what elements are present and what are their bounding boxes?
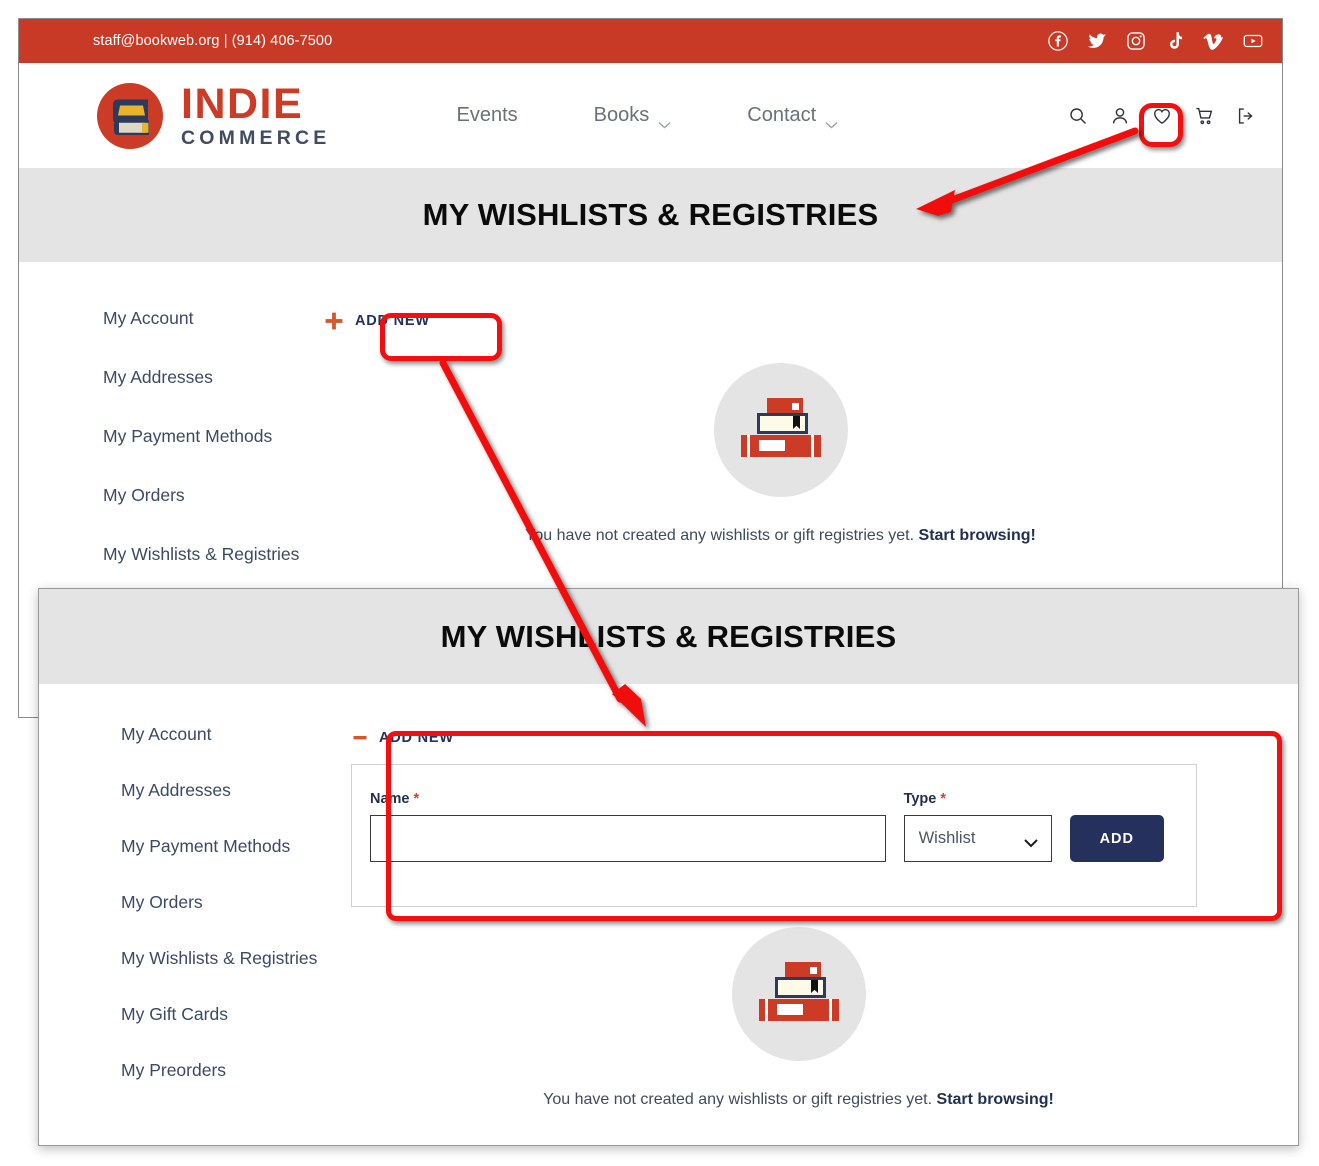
nav-item-events[interactable]: Events	[419, 104, 556, 127]
account-sidebar-upper: My Account My Addresses My Payment Metho…	[19, 308, 319, 603]
chevron-down-icon	[1023, 834, 1039, 847]
empty-state-illustration	[731, 927, 866, 1061]
sidebar-item-my-orders[interactable]: My Orders	[103, 485, 319, 506]
sidebar-item-my-wishlists-registries[interactable]: My Wishlists & Registries	[121, 948, 339, 969]
nav-label: Books	[593, 104, 650, 126]
wishlists-main-lower: ADD NEW Name * Type * Wishlist ADD You h…	[339, 724, 1298, 1116]
logout-icon[interactable]	[1236, 106, 1256, 126]
add-new-label: ADD NEW	[379, 730, 454, 746]
plus-icon	[325, 312, 343, 330]
name-input[interactable]	[370, 815, 886, 862]
logo-wordmark-bottom: COMMERCE	[181, 126, 331, 149]
nav-label: Events	[456, 104, 518, 126]
name-field-group: Name *	[370, 791, 886, 862]
sidebar-item-my-addresses[interactable]: My Addresses	[121, 780, 339, 801]
empty-state-message: You have not created any wishlists or gi…	[525, 527, 915, 544]
top-utility-bar: staff@bookweb.org | (914) 406-7500	[19, 19, 1282, 63]
empty-state-text: You have not created any wishlists or gi…	[339, 1091, 1258, 1109]
start-browsing-link[interactable]: Start browsing!	[937, 1091, 1054, 1108]
required-asterisk: *	[940, 791, 947, 807]
add-new-label: ADD NEW	[355, 313, 430, 329]
type-field-group: Type * Wishlist	[903, 791, 1052, 862]
logo-wordmark-top: INDIE	[181, 79, 304, 128]
sidebar-item-my-addresses[interactable]: My Addresses	[103, 367, 319, 388]
add-new-form: Name * Type * Wishlist ADD	[351, 764, 1197, 907]
type-select[interactable]: Wishlist	[903, 815, 1052, 862]
vimeo-icon[interactable]	[1203, 30, 1225, 52]
book-stack-icon	[758, 962, 839, 1021]
social-links	[1047, 30, 1264, 52]
add-new-toggle[interactable]: ADD NEW	[351, 726, 456, 750]
facebook-icon[interactable]	[1047, 30, 1069, 52]
type-selected-value: Wishlist	[918, 829, 976, 847]
main-navigation: Events Books Contact	[419, 104, 877, 128]
book-stack-icon	[740, 398, 821, 457]
empty-state-text: You have not created any wishlists or gi…	[319, 527, 1242, 545]
name-label: Name *	[370, 791, 886, 807]
wishlists-main-upper: ADD NEW You have not created any wishlis…	[319, 308, 1282, 603]
nav-item-contact[interactable]: Contact	[709, 104, 876, 128]
screenshot-stage: staff@bookweb.org | (914) 406-7500 INDIE…	[0, 0, 1319, 1166]
page-title-band: MY WISHLISTS & REGISTRIES	[19, 168, 1282, 262]
add-submit-button[interactable]: ADD	[1069, 815, 1164, 862]
empty-state-lower: You have not created any wishlists or gi…	[339, 927, 1258, 1109]
form-row: Name * Type * Wishlist ADD	[370, 791, 1164, 862]
contact-info: staff@bookweb.org | (914) 406-7500	[93, 33, 333, 49]
type-label: Type *	[904, 791, 1052, 807]
sidebar-item-my-payment-methods[interactable]: My Payment Methods	[121, 836, 339, 857]
browser-page-lower: MY WISHLISTS & REGISTRIES My Account My …	[38, 588, 1299, 1146]
heart-icon[interactable]	[1152, 106, 1172, 126]
page-title: MY WISHLISTS & REGISTRIES	[422, 197, 879, 232]
header-icon-group	[1068, 106, 1256, 126]
site-logo[interactable]: INDIE COMMERCE	[93, 79, 331, 153]
page-title-lower: MY WISHLISTS & REGISTRIES	[440, 618, 897, 654]
empty-state-upper: You have not created any wishlists or gi…	[319, 363, 1242, 545]
instagram-icon[interactable]	[1125, 30, 1147, 52]
nav-item-books[interactable]: Books	[556, 104, 710, 128]
name-label-text: Name	[370, 791, 410, 807]
twitter-icon[interactable]	[1086, 30, 1108, 52]
add-new-section: ADD NEW Name * Type * Wishlist ADD	[339, 724, 1258, 907]
account-content-upper: My Account My Addresses My Payment Metho…	[19, 262, 1282, 603]
youtube-icon[interactable]	[1242, 30, 1264, 52]
required-asterisk: *	[413, 791, 420, 807]
indie-commerce-logo-icon	[93, 79, 167, 153]
add-new-button[interactable]: ADD NEW	[323, 308, 432, 334]
page-title-band-lower: MY WISHLISTS & REGISTRIES	[39, 589, 1298, 684]
empty-state-message: You have not created any wishlists or gi…	[543, 1091, 933, 1108]
minus-icon	[353, 731, 367, 745]
cart-icon[interactable]	[1194, 106, 1214, 126]
sidebar-item-my-account[interactable]: My Account	[103, 308, 319, 329]
start-browsing-link[interactable]: Start browsing!	[919, 527, 1036, 544]
sidebar-item-my-preorders[interactable]: My Preorders	[121, 1060, 339, 1081]
search-icon[interactable]	[1068, 106, 1088, 126]
empty-state-illustration	[713, 363, 848, 497]
sidebar-item-my-account[interactable]: My Account	[121, 724, 339, 745]
sidebar-item-my-wishlists-registries[interactable]: My Wishlists & Registries	[103, 544, 319, 565]
sidebar-item-my-payment-methods[interactable]: My Payment Methods	[103, 426, 319, 447]
type-label-text: Type	[903, 791, 937, 807]
sidebar-item-my-orders[interactable]: My Orders	[121, 892, 339, 913]
chevron-down-icon	[658, 112, 671, 128]
chevron-down-icon	[825, 112, 838, 128]
sidebar-item-my-gift-cards[interactable]: My Gift Cards	[121, 1004, 339, 1025]
user-icon[interactable]	[1110, 106, 1130, 126]
nav-label: Contact	[747, 104, 817, 126]
tiktok-icon[interactable]	[1164, 30, 1186, 52]
account-content-lower: My Account My Addresses My Payment Metho…	[39, 684, 1298, 1116]
site-header: INDIE COMMERCE Events Books Contact	[19, 63, 1282, 168]
account-sidebar-lower: My Account My Addresses My Payment Metho…	[39, 724, 339, 1116]
